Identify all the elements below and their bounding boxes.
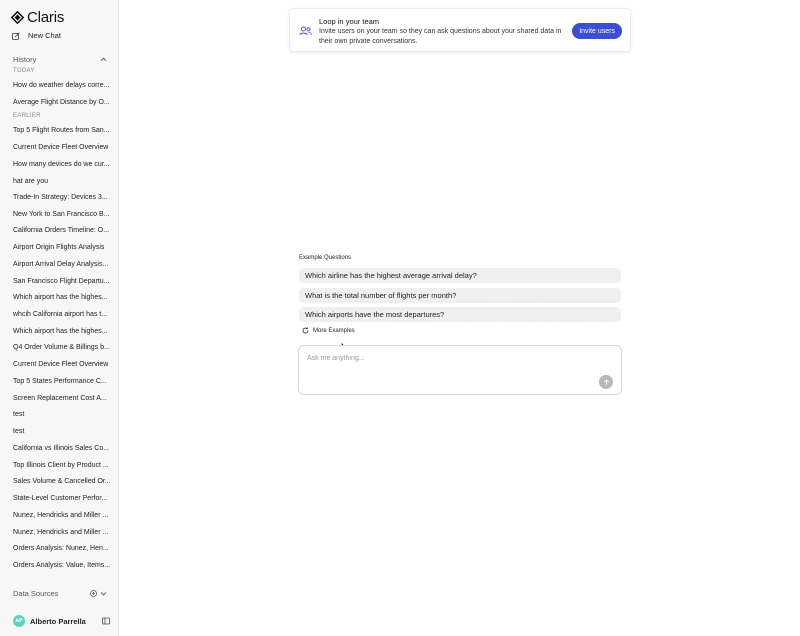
history-item[interactable]: Current Device Fleet Overview [13,143,113,152]
history-item[interactable]: California Orders Timeline: O... [13,226,113,235]
example-question[interactable]: What is the total number of flights per … [299,288,621,303]
history-item[interactable]: Orders Analysis: Nunez, Hen... [13,544,113,553]
user-name: Alberto Parrella [30,616,86,626]
chat-input[interactable] [307,353,587,363]
history-item[interactable]: Nunez, Hendricks and Miller ... [13,528,113,537]
history-label: History [13,55,37,64]
arrow-up-icon [603,378,609,385]
history-item[interactable]: Which airport has the highes... [13,293,113,302]
user-profile[interactable]: AP Alberto Parrella [13,615,110,627]
history-group-earlier: EARLIER [13,113,41,119]
history-item[interactable]: test [13,427,113,436]
new-chat-label: New Chat [28,31,61,40]
app-name: Claris [27,9,65,26]
history-item[interactable]: San Francisco Flight Departu... [13,277,113,286]
users-icon [299,26,312,36]
history-item[interactable]: Average Flight Distance by O... [13,98,113,107]
refresh-icon [302,327,309,334]
history-item[interactable]: California vs Illinois Sales Co... [13,444,113,453]
invite-users-button[interactable]: Invite users [572,23,622,39]
example-question[interactable]: Which airline has the highest average ar… [299,268,621,283]
history-item[interactable]: hat are you [13,177,113,186]
history-item[interactable]: Q4 Order Volume & Billings b... [13,343,113,352]
history-item[interactable]: Trade-In Strategy: Devices 3... [13,193,113,202]
chevron-down-icon[interactable] [100,590,107,597]
app-logo[interactable]: Claris [11,9,64,26]
history-item[interactable]: Airport Origin Flights Analysis [13,243,113,252]
history-header[interactable]: History [13,55,107,64]
add-circle-icon[interactable] [90,590,97,597]
banner-description: Invite users on your team so they can as… [319,28,562,45]
new-chat-button[interactable]: New Chat [12,31,61,40]
user-info: AP Alberto Parrella [13,615,86,627]
banner-title: Loop in your team [319,17,380,26]
chevron-up-icon[interactable] [100,56,107,63]
history-item[interactable]: Top 5 States Performance C... [13,377,113,386]
history-item[interactable]: Nunez, Hendricks and Miller ... [13,511,113,520]
history-item[interactable]: test [13,410,113,419]
more-examples-label: More Examples [313,327,355,334]
compose-icon [12,31,20,40]
send-button[interactable] [599,375,613,389]
data-sources-label: Data Sources [13,589,59,598]
chat-composer[interactable] [298,345,622,395]
history-group-today: TODAY [13,68,35,74]
claris-logo-icon [11,11,24,24]
history-item[interactable]: Screen Replacement Cost A... [13,394,113,403]
example-questions-label: Example Questions [299,255,352,261]
data-sources-actions [90,590,107,597]
history-item[interactable]: How many devices do we cur... [13,160,113,169]
history-item[interactable]: Top Illinois Client by Product ... [13,461,113,470]
history-item[interactable]: How do weather delays corre... [13,81,113,90]
example-question[interactable]: Which airports have the most departures? [299,307,621,322]
history-item[interactable]: whcih California airport has t... [13,310,113,319]
sidebar: Claris New Chat History TODAY How do wea… [0,0,119,636]
history-item[interactable]: Sales Volume & Cancelled Or... [13,477,113,486]
history-item[interactable]: State-Level Customer Perfor... [13,494,113,503]
history-item[interactable]: Which airport has the highes... [13,327,113,336]
history-item[interactable]: Current Device Fleet Overview [13,360,113,369]
history-item[interactable]: Airport Arrival Delay Analysis... [13,260,113,269]
invite-banner: Loop in your team Invite users on your t… [289,8,631,52]
avatar: AP [13,615,25,627]
history-item[interactable]: Top 5 Flight Routes from San... [13,126,113,135]
more-examples-button[interactable]: More Examples [302,327,355,334]
data-sources-header[interactable]: Data Sources [13,589,107,598]
sidebar-toggle-icon[interactable] [102,617,110,625]
history-item[interactable]: New York to San Francisco B... [13,210,113,219]
history-item[interactable]: Orders Analysis: Value, Items... [13,561,113,570]
